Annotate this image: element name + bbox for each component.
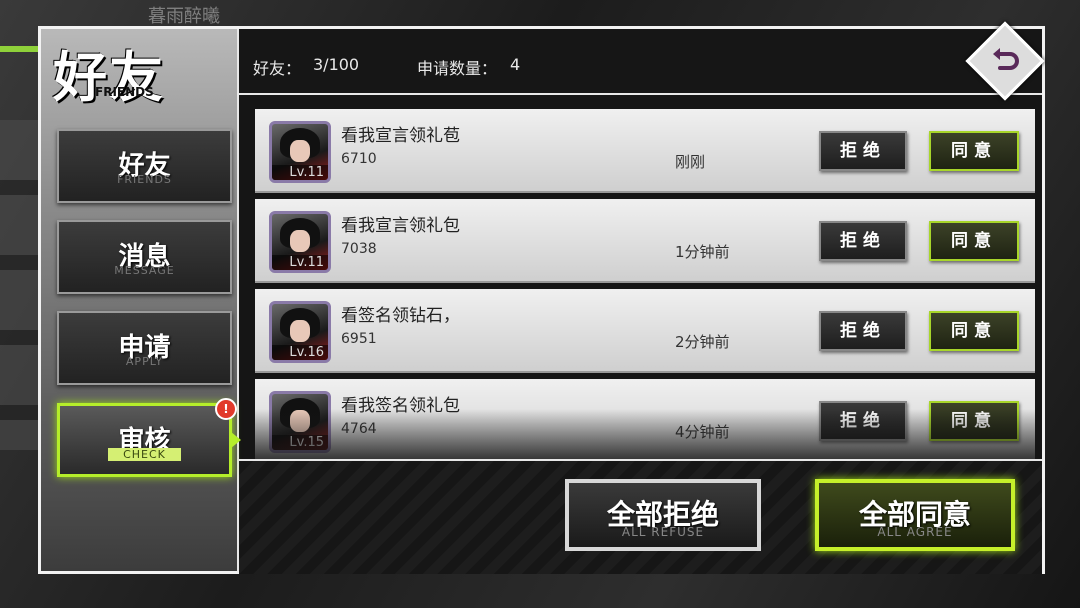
- player-name: 看签名领钻石，: [341, 306, 460, 326]
- request-row: Lv.15 看我签名领礼包 4764 4分钟前 拒绝 同意: [255, 379, 1035, 459]
- back-button[interactable]: [964, 20, 1046, 102]
- avatar[interactable]: Lv.11: [269, 121, 331, 183]
- avatar[interactable]: Lv.15: [269, 391, 331, 453]
- player-id: 4764: [341, 421, 377, 437]
- request-time: 1分钟前: [675, 243, 730, 261]
- friends-count: 3/100: [313, 55, 360, 74]
- agree-all-button[interactable]: 全部同意 ALL AGREE: [815, 479, 1015, 551]
- refuse-all-label-en: ALL REFUSE: [621, 525, 705, 539]
- background-bar: [0, 46, 40, 52]
- player-id: 6951: [341, 331, 377, 347]
- request-time: 4分钟前: [675, 423, 730, 441]
- background-title: 暮雨醉曦: [148, 6, 220, 27]
- active-arrow-icon: [231, 432, 241, 448]
- footer: 全部拒绝 ALL REFUSE 全部同意 ALL AGREE: [239, 459, 1042, 574]
- level-label: Lv.16: [272, 345, 328, 360]
- nav-apply[interactable]: 申请 APPLY: [57, 311, 232, 385]
- back-arrow-icon: [964, 20, 1046, 102]
- avatar[interactable]: Lv.16: [269, 301, 331, 363]
- player-name: 看我宣言领礼苞: [341, 126, 460, 146]
- avatar[interactable]: Lv.11: [269, 211, 331, 273]
- refuse-button[interactable]: 拒绝: [819, 401, 907, 441]
- friends-panel: 好友 FRIENDS 好友 FRIENDS 消息 MESSAGE 申请 APPL…: [38, 26, 1045, 574]
- agree-button[interactable]: 同意: [929, 221, 1019, 261]
- request-time: 2分钟前: [675, 333, 730, 351]
- sidebar: 好友 FRIENDS 好友 FRIENDS 消息 MESSAGE 申请 APPL…: [41, 29, 241, 571]
- refuse-all-button[interactable]: 全部拒绝 ALL REFUSE: [565, 479, 761, 551]
- level-label: Lv.11: [272, 255, 328, 270]
- nav-label-en: MESSAGE: [114, 264, 175, 277]
- nav-label-en: APPLY: [125, 355, 164, 368]
- nav-label-en: FRIENDS: [117, 173, 172, 186]
- player-name: 看我宣言领礼包: [341, 216, 460, 236]
- request-time: 刚刚: [675, 153, 706, 171]
- request-list: Lv.11 看我宣言领礼苞 6710 刚刚 拒绝 同意 Lv.11 看我宣言领礼…: [255, 109, 1035, 459]
- level-label: Lv.15: [272, 435, 328, 450]
- request-row: Lv.11 看我宣言领礼苞 6710 刚刚 拒绝 同意: [255, 109, 1035, 193]
- level-label: Lv.11: [272, 165, 328, 180]
- player-id: 6710: [341, 151, 377, 167]
- background-strip: [0, 120, 40, 450]
- panel-title: 好友: [53, 46, 165, 109]
- requests-count: 4: [510, 55, 521, 74]
- requests-label: 申请数量：: [417, 59, 498, 78]
- nav-friends[interactable]: 好友 FRIENDS: [57, 129, 232, 203]
- agree-all-label-en: ALL AGREE: [877, 525, 953, 539]
- agree-button[interactable]: 同意: [929, 131, 1019, 171]
- refuse-button[interactable]: 拒绝: [819, 221, 907, 261]
- refuse-button[interactable]: 拒绝: [819, 311, 907, 351]
- nav-check[interactable]: 审核 CHECK !: [57, 398, 241, 477]
- agree-button[interactable]: 同意: [929, 311, 1019, 351]
- request-row: Lv.16 看签名领钻石， 6951 2分钟前 拒绝 同意: [255, 289, 1035, 373]
- refuse-button[interactable]: 拒绝: [819, 131, 907, 171]
- nav-message[interactable]: 消息 MESSAGE: [57, 220, 232, 294]
- agree-button[interactable]: 同意: [929, 401, 1019, 441]
- player-id: 7038: [341, 241, 377, 257]
- alert-badge: !: [215, 398, 237, 420]
- friends-label: 好友：: [253, 59, 302, 78]
- panel-subtitle: FRIENDS: [95, 85, 154, 99]
- header: 好友： 3/100 申请数量： 4: [239, 29, 1042, 95]
- request-row: Lv.11 看我宣言领礼包 7038 1分钟前 拒绝 同意: [255, 199, 1035, 283]
- player-name: 看我签名领礼包: [341, 396, 460, 416]
- nav-label-en: CHECK: [108, 448, 181, 461]
